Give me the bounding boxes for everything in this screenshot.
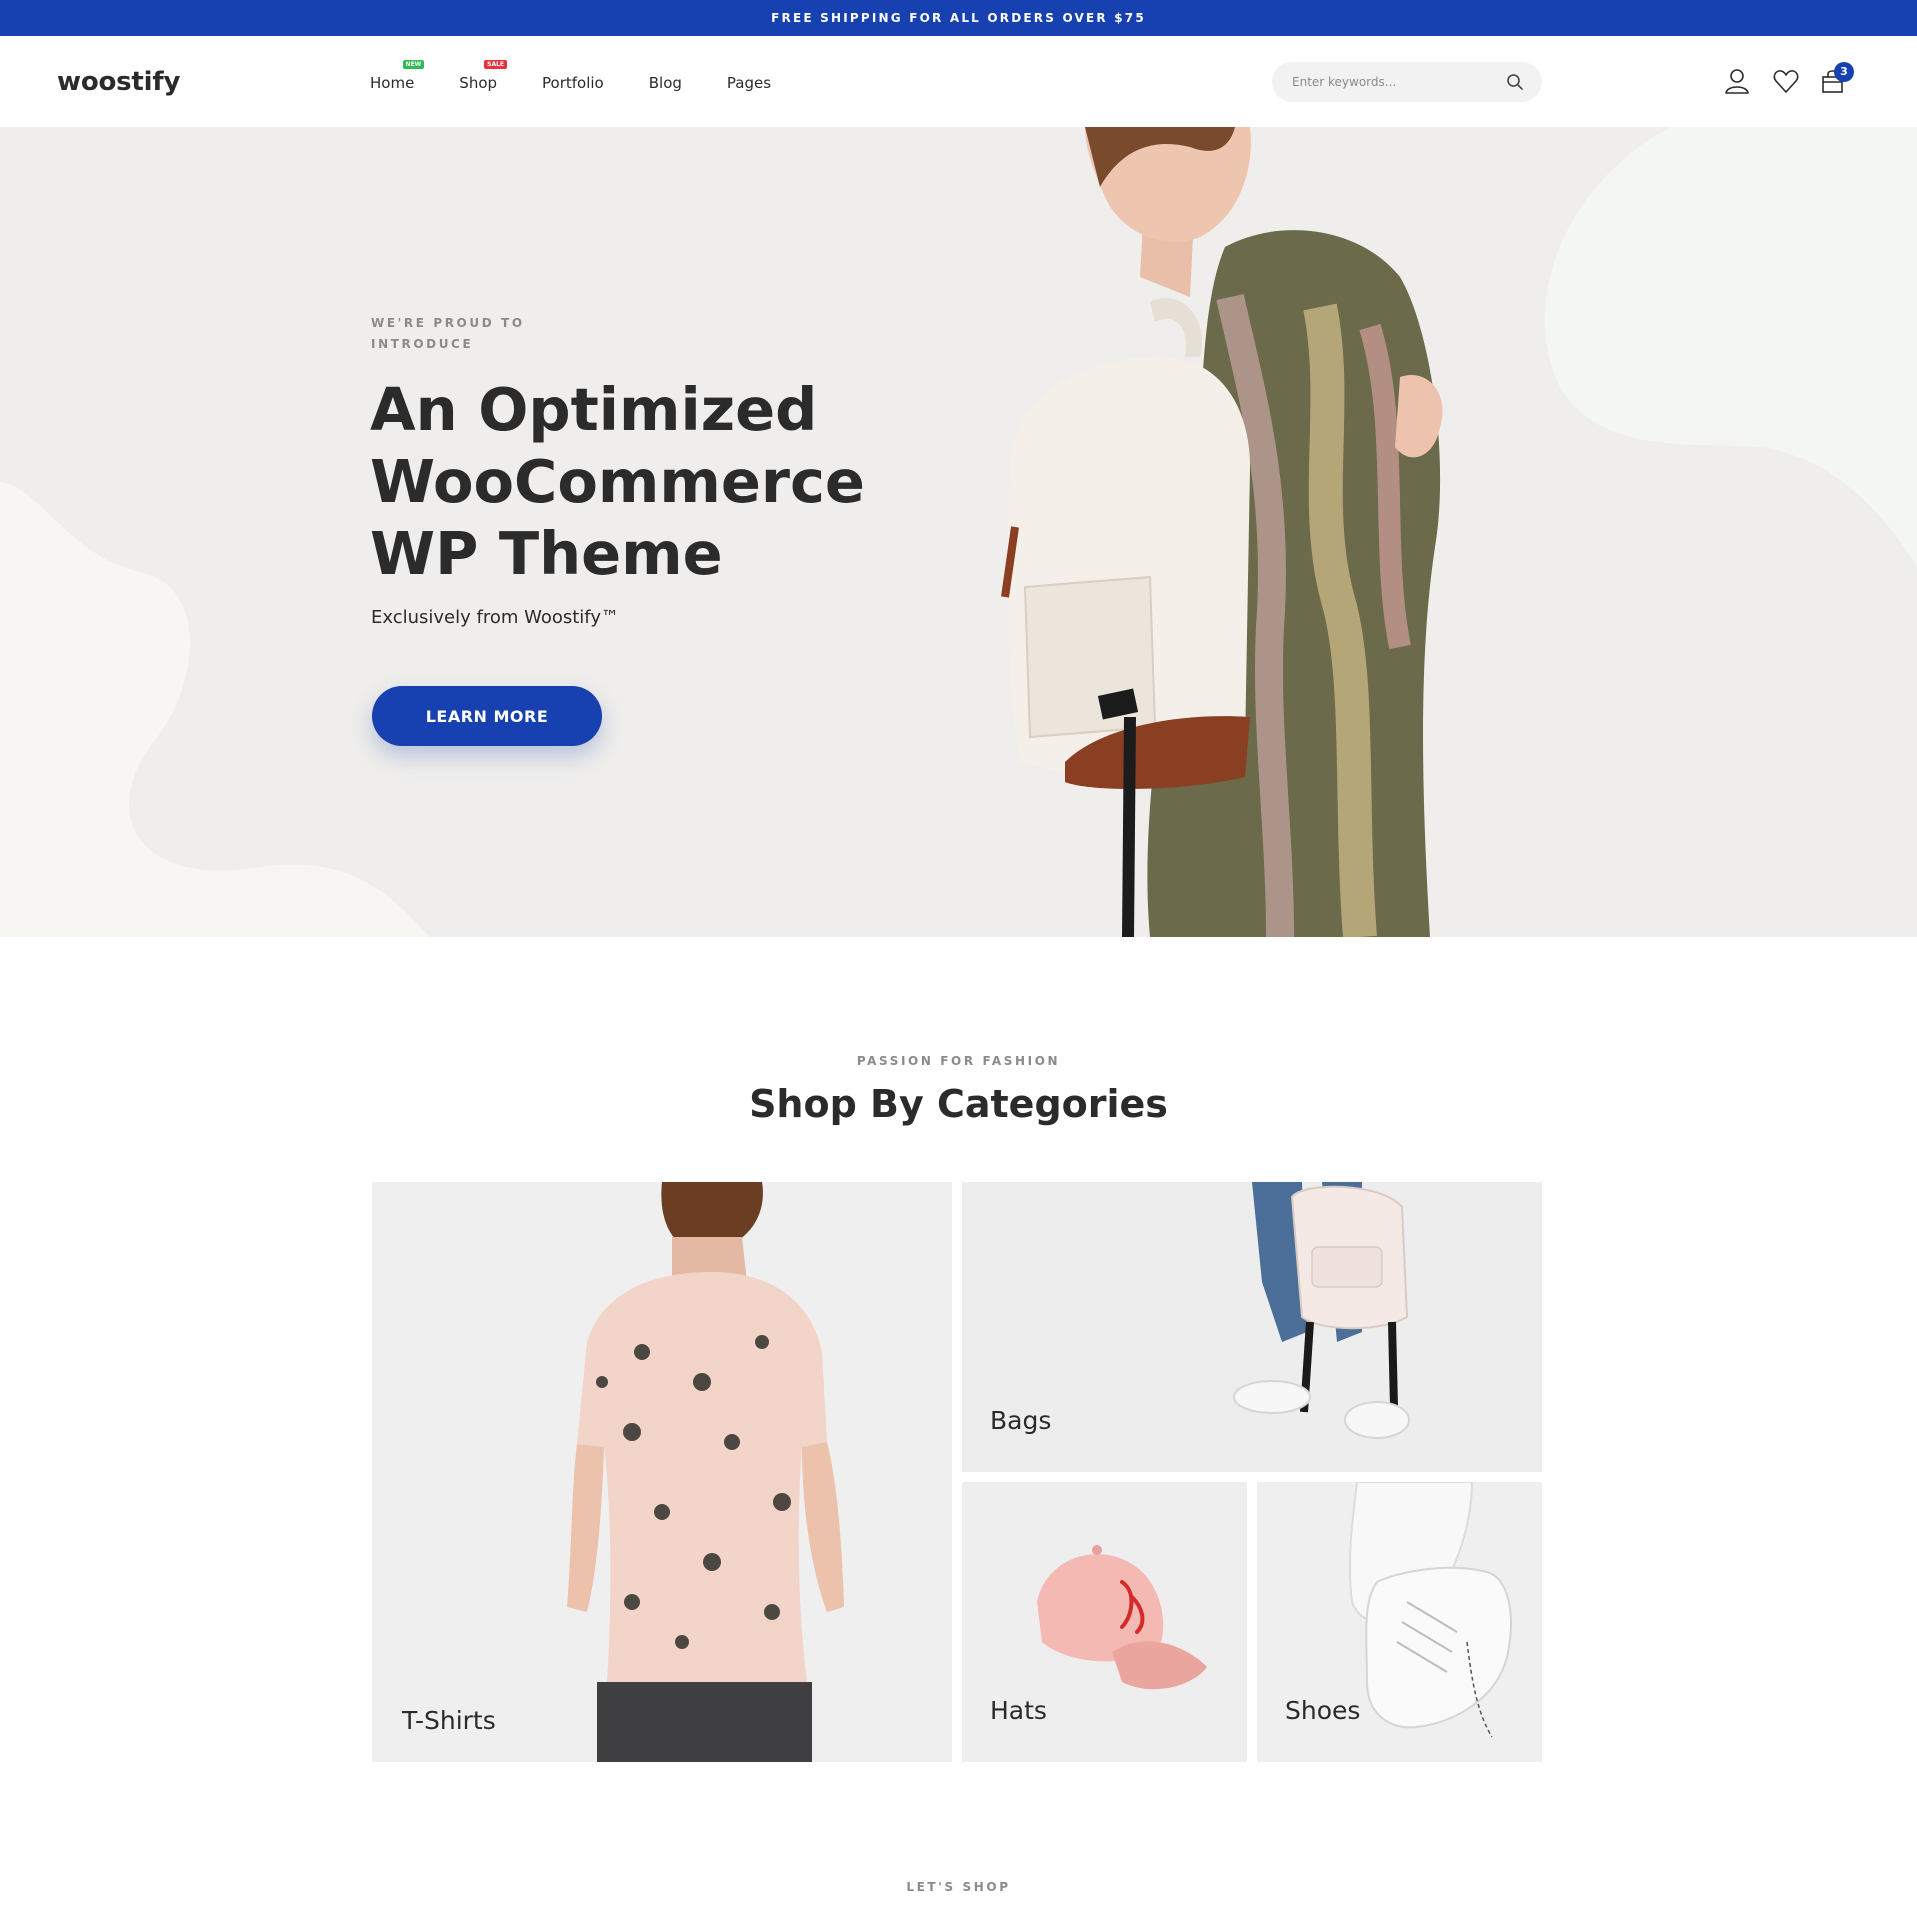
category-label: Hats — [990, 1696, 1047, 1725]
cart-count-badge: 3 — [1834, 62, 1854, 82]
categories-eyebrow: PASSION FOR FASHION — [856, 1054, 1061, 1068]
nav-label: Blog — [648, 74, 682, 92]
category-label: T-Shirts — [402, 1706, 496, 1735]
learn-more-button[interactable]: LEARN MORE — [372, 686, 602, 746]
nav-label: Home — [370, 74, 415, 92]
nav-item-portfolio[interactable]: Portfolio — [542, 74, 604, 92]
category-tile-hats[interactable]: Hats — [962, 1482, 1247, 1762]
announcement-bar: FREE SHIPPING FOR ALL ORDERS OVER $75 — [0, 0, 1917, 36]
category-tile-tshirts[interactable]: T-Shirts — [372, 1182, 952, 1762]
new-badge: NEW — [402, 60, 425, 69]
category-tile-shoes[interactable]: Shoes — [1257, 1482, 1542, 1762]
nav-item-home[interactable]: Home NEW — [370, 60, 425, 92]
hero-model-image — [1001, 127, 1443, 937]
hero-subtitle: Exclusively from Woostify™ — [371, 607, 619, 628]
user-icon[interactable] — [1722, 66, 1752, 96]
announcement-text: FREE SHIPPING FOR ALL ORDERS OVER $75 — [771, 11, 1146, 25]
site-logo[interactable]: woostify — [57, 67, 180, 97]
nav-item-pages[interactable]: Pages — [727, 74, 771, 92]
category-label: Bags — [990, 1406, 1052, 1435]
search-input[interactable] — [1290, 74, 1494, 90]
nav-label: Portfolio — [542, 74, 604, 92]
nav-item-blog[interactable]: Blog — [649, 74, 682, 92]
nav-item-shop[interactable]: Shop SALE — [459, 60, 508, 92]
category-tile-bags[interactable]: Bags — [962, 1182, 1542, 1472]
tshirt-image — [372, 1182, 952, 1762]
heart-icon[interactable] — [1771, 66, 1801, 96]
category-label: Shoes — [1285, 1696, 1361, 1725]
main-nav: Home NEW Shop SALE Portfolio Blog Pages — [370, 60, 816, 92]
sale-badge: SALE — [484, 60, 508, 69]
hero-background-shapes — [0, 127, 1917, 937]
search-icon[interactable] — [1506, 73, 1524, 91]
site-header: woostify Home NEW Shop SALE Portfolio Bl… — [0, 36, 1917, 127]
nav-label: Shop — [459, 74, 498, 92]
search-bar — [1272, 62, 1542, 102]
nav-label: Pages — [726, 74, 772, 92]
hero-title: An Optimized WooCommerce WP Theme — [370, 374, 890, 590]
hero-banner: WE'RE PROUD TO INTRODUCE An Optimized Wo… — [0, 127, 1917, 937]
hero-title-line: WP Theme — [370, 519, 723, 588]
hero-eyebrow: WE'RE PROUD TO INTRODUCE — [371, 316, 525, 351]
hero-title-line: WooCommerce — [370, 447, 865, 516]
hero-title-line: An Optimized — [370, 375, 818, 444]
next-section-eyebrow: LET'S SHOP — [906, 1880, 1011, 1894]
categories-title: Shop By Categories — [749, 1082, 1168, 1126]
